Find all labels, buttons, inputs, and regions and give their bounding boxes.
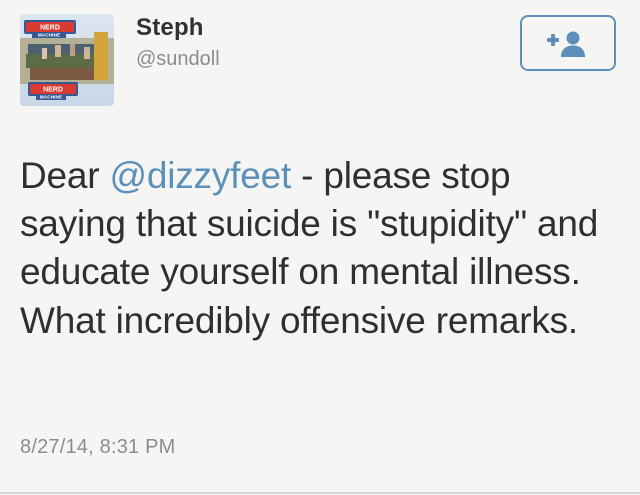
username[interactable]: @sundoll [136,48,220,71]
timestamp[interactable]: 8/27/14, 8:31 PM [20,436,176,459]
svg-text:MACHINE: MACHINE [40,95,63,101]
mention-link[interactable]: @dizzyfeet [109,155,291,196]
avatar[interactable]: NERD MACHINE NERD MACHINE [20,14,114,106]
svg-text:MACHINE: MACHINE [38,33,61,39]
add-user-icon [547,31,585,57]
tweet-card: NERD MACHINE NERD MACHINE Steph @sundoll… [0,0,640,495]
divider [0,492,640,494]
svg-text:NERD: NERD [40,24,60,31]
tweet-text-prefix: Dear [20,155,110,196]
svg-text:NERD: NERD [43,87,63,94]
display-name[interactable]: Steph [136,14,204,42]
tweet-text: Dear @dizzyfeet - please stop saying tha… [20,152,615,345]
follow-button[interactable] [520,15,616,71]
